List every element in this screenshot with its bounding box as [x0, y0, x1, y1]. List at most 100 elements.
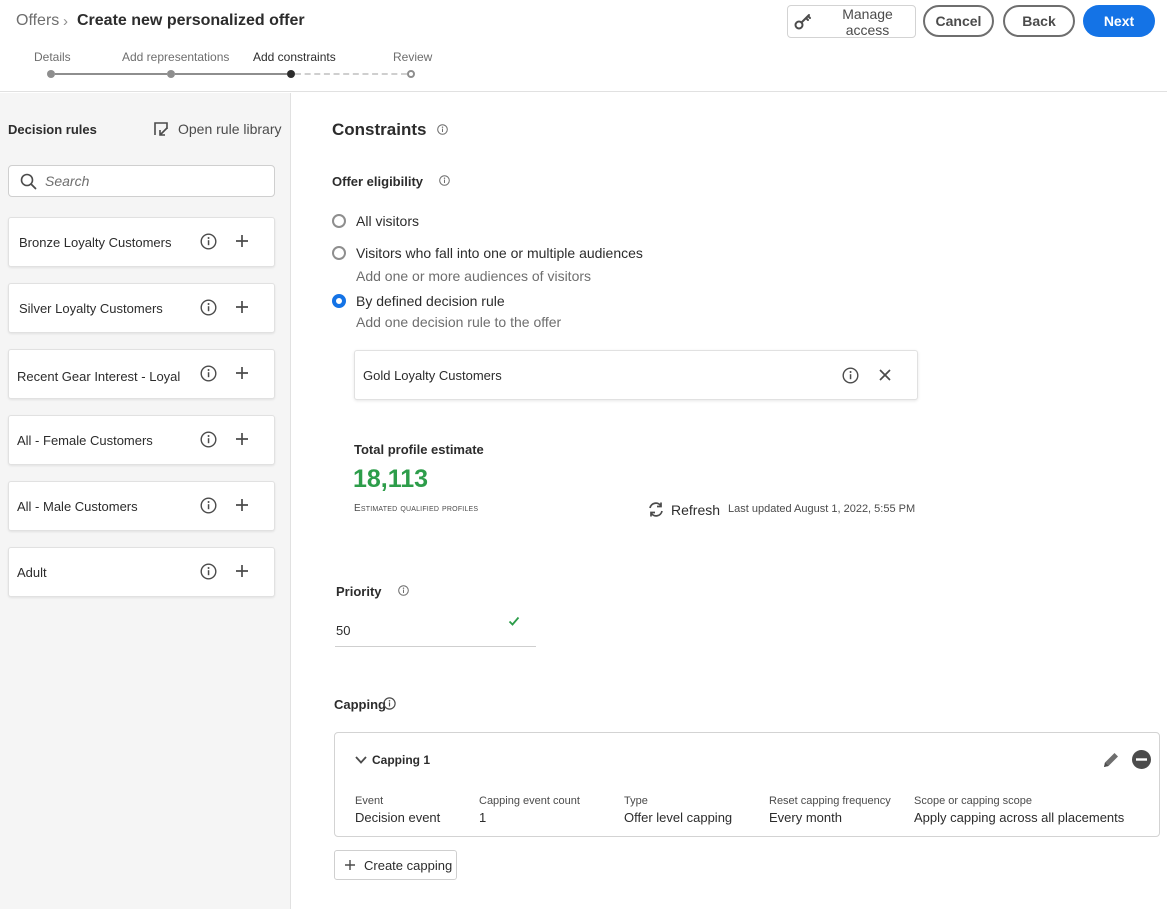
close-icon[interactable]	[878, 368, 892, 382]
capping-title: Capping 1	[372, 753, 431, 767]
radio-label-all-visitors: All visitors	[356, 213, 420, 229]
rule-name: Adult	[17, 565, 47, 580]
rule-name: All - Male Customers	[17, 499, 138, 514]
chevron-down-icon[interactable]	[354, 754, 368, 766]
info-icon[interactable]	[439, 175, 450, 186]
refresh-button[interactable]: Refresh	[647, 501, 720, 518]
add-icon[interactable]	[234, 299, 250, 315]
add-icon	[344, 859, 356, 871]
selected-rule-card: Gold Loyalty Customers	[354, 350, 918, 400]
checkmark-icon	[508, 615, 520, 627]
step-label-constraints: Add constraints	[253, 50, 336, 64]
capping-card: Capping 1 Event Capping event count Type…	[334, 732, 1160, 837]
remove-circle-icon[interactable]	[1131, 749, 1152, 770]
offer-eligibility-title: Offer eligibility	[332, 174, 424, 189]
capping-value-event: Decision event	[355, 810, 441, 825]
create-capping-button[interactable]: Create capping	[334, 850, 457, 880]
info-icon[interactable]	[200, 563, 217, 580]
info-icon[interactable]	[437, 124, 448, 135]
capping-header-count: Capping event count	[479, 795, 580, 807]
info-icon[interactable]	[200, 365, 217, 382]
next-button[interactable]: Next	[1083, 5, 1155, 37]
info-icon[interactable]	[200, 299, 217, 316]
radio-all-visitors[interactable]	[332, 214, 346, 228]
capping-value-frequency: Every month	[769, 810, 842, 825]
rule-name: All - Female Customers	[17, 433, 153, 448]
priority-value: 50	[336, 623, 351, 638]
profile-estimate-value: 18,113	[353, 465, 429, 493]
rule-name: Recent Gear Interest - Loyal	[17, 369, 181, 384]
step-dot-constraints[interactable]	[287, 70, 295, 78]
capping-header-scope: Scope or capping scope	[914, 795, 1033, 807]
capping-header-event: Event	[355, 795, 384, 807]
rule-name: Silver Loyalty Customers	[19, 301, 163, 316]
open-rule-library-link[interactable]: Open rule library	[152, 120, 282, 138]
add-icon[interactable]	[234, 431, 250, 447]
capping-header-type: Type	[624, 795, 648, 807]
step-connector	[295, 73, 407, 75]
search-placeholder: Search	[45, 173, 90, 189]
step-connector	[55, 73, 167, 75]
refresh-label: Refresh	[671, 501, 721, 518]
radio-sub-audiences: Add one or more audiences of visitors	[356, 268, 592, 284]
rule-card[interactable]: Bronze Loyalty Customers	[8, 217, 275, 267]
last-updated-text: Last updated August 1, 2022, 5:55 PM	[728, 503, 916, 515]
page-title: Create new personalized offer	[77, 12, 305, 29]
rule-card[interactable]: All - Female Customers	[8, 415, 275, 465]
add-icon[interactable]	[234, 233, 250, 249]
step-dot-details[interactable]	[47, 70, 55, 78]
rule-card[interactable]: Silver Loyalty Customers	[8, 283, 275, 333]
search-field[interactable]: Search	[8, 165, 275, 197]
radio-audiences[interactable]	[332, 246, 346, 260]
header-bar: Offers › Create new personalized offer M…	[0, 0, 1167, 92]
breadcrumb-separator: ›	[63, 13, 68, 30]
priority-label: Priority	[336, 584, 382, 599]
step-label-representations: Add representations	[122, 50, 230, 64]
refresh-icon	[647, 501, 665, 518]
open-rule-library-label: Open rule library	[178, 121, 282, 137]
info-icon[interactable]	[383, 697, 396, 710]
capping-label: Capping	[334, 697, 386, 712]
capping-value-scope: Apply capping across all placements	[914, 810, 1125, 825]
radio-sub-decision-rule: Add one decision rule to the offer	[356, 314, 562, 330]
step-dot-representations[interactable]	[167, 70, 175, 78]
info-icon[interactable]	[200, 233, 217, 250]
info-icon[interactable]	[398, 585, 409, 596]
add-icon[interactable]	[234, 365, 250, 381]
capping-header-frequency: Reset capping frequency	[769, 795, 891, 807]
radio-label-audiences: Visitors who fall into one or multiple a…	[356, 245, 643, 261]
pencil-icon[interactable]	[1101, 750, 1121, 770]
rule-card[interactable]: Adult	[8, 547, 275, 597]
profile-estimate-title: Total profile estimate	[354, 442, 484, 457]
profile-estimate-label: Estimated qualified profiles	[354, 503, 479, 514]
cancel-button[interactable]: Cancel	[923, 5, 994, 37]
priority-input[interactable]: 50	[335, 612, 536, 647]
key-icon	[794, 13, 812, 31]
radio-decision-rule[interactable]	[332, 294, 346, 308]
rule-card[interactable]: Recent Gear Interest - Loyal	[8, 349, 275, 399]
step-label-review: Review	[393, 50, 433, 64]
search-icon	[20, 173, 37, 190]
info-icon[interactable]	[200, 497, 217, 514]
step-label-details: Details	[34, 50, 71, 64]
manage-access-button[interactable]: Manage access	[787, 5, 916, 38]
selected-rule-name: Gold Loyalty Customers	[363, 368, 502, 383]
rule-name: Bronze Loyalty Customers	[19, 235, 172, 250]
add-icon[interactable]	[234, 563, 250, 579]
breadcrumb-offers[interactable]: Offers	[16, 12, 59, 30]
create-capping-label: Create capping	[364, 857, 453, 873]
step-dot-review[interactable]	[407, 70, 415, 78]
rule-card[interactable]: All - Male Customers	[8, 481, 275, 531]
back-button[interactable]: Back	[1003, 5, 1075, 37]
step-connector	[175, 73, 287, 75]
manage-access-label: Manage access	[842, 5, 893, 38]
info-icon[interactable]	[842, 367, 859, 384]
radio-label-decision-rule: By defined decision rule	[356, 293, 505, 309]
open-in-icon	[152, 120, 170, 138]
decision-rules-title: Decision rules	[8, 122, 97, 137]
constraints-title: Constraints	[332, 120, 427, 139]
info-icon[interactable]	[200, 431, 217, 448]
capping-value-type: Offer level capping	[624, 810, 733, 825]
add-icon[interactable]	[234, 497, 250, 513]
capping-value-count: 1	[479, 810, 487, 825]
